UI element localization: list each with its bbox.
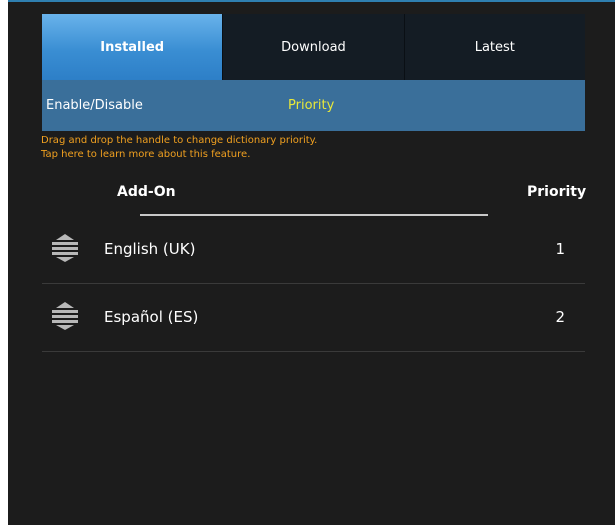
tab-installed[interactable]: Installed xyxy=(42,14,224,80)
tab-latest[interactable]: Latest xyxy=(404,14,585,80)
hint-line-drag: Drag and drop the handle to change dicti… xyxy=(41,135,318,146)
addon-priority: 2 xyxy=(555,308,565,326)
list-item[interactable]: English (UK) 1 xyxy=(42,216,585,284)
hint-line-learn-more[interactable]: Tap here to learn more about this featur… xyxy=(41,148,317,162)
addon-priority: 1 xyxy=(555,240,565,258)
addon-name: Español (ES) xyxy=(104,308,199,326)
tab-bar: Installed Download Latest xyxy=(42,14,585,80)
drag-handle-icon[interactable] xyxy=(52,233,78,263)
column-header-priority: Priority xyxy=(527,184,587,200)
tab-download[interactable]: Download xyxy=(223,14,405,80)
column-header-addon: Add-On xyxy=(117,184,176,200)
list-item[interactable]: Español (ES) 2 xyxy=(42,284,585,352)
priority-help-hint[interactable]: Drag and drop the handle to change dicti… xyxy=(41,134,317,162)
addon-name: English (UK) xyxy=(104,240,196,258)
priority-option[interactable]: Priority xyxy=(288,98,334,113)
mode-bar: Enable/Disable Priority xyxy=(42,80,585,131)
enable-disable-option[interactable]: Enable/Disable xyxy=(46,98,143,113)
drag-handle-icon[interactable] xyxy=(52,301,78,331)
app-window: Installed Download Latest Enable/Disable… xyxy=(8,0,615,525)
